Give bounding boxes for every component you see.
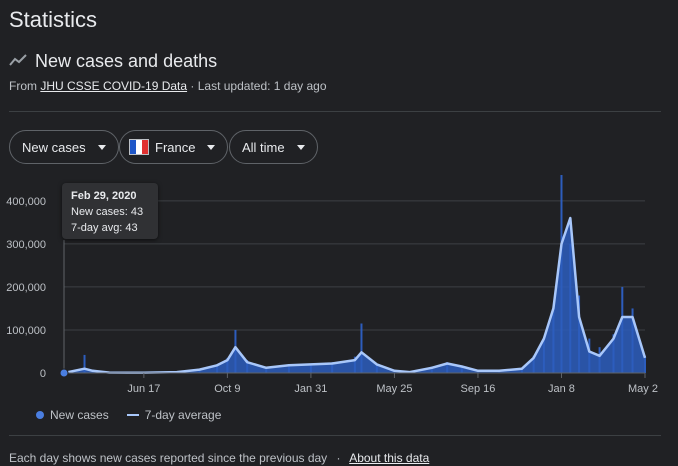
y-tick-label: 300,000	[6, 239, 46, 251]
about-data-link[interactable]: About this data	[349, 451, 429, 465]
x-tick-label: May 25	[376, 383, 412, 395]
footer: Each day shows new cases reported since …	[9, 451, 429, 465]
footer-separator: ·	[336, 451, 341, 465]
y-tick-label: 200,000	[6, 282, 46, 294]
x-tick-label: Jun 17	[127, 383, 160, 395]
location-dropdown[interactable]: France	[119, 130, 229, 164]
avg-area	[64, 218, 645, 373]
legend-line-label: 7-day average	[144, 408, 222, 422]
location-label: France	[155, 139, 196, 155]
y-tick-label: 400,000	[6, 196, 46, 208]
y-tick-label: 100,000	[6, 325, 46, 337]
chart-legend: New cases 7-day average	[36, 408, 221, 422]
x-tick-label: Oct 9	[214, 383, 240, 395]
source-prefix: From	[9, 79, 37, 93]
legend-line-swatch	[126, 414, 139, 416]
source-line: From JHU CSSE COVID-19 Data · Last updat…	[9, 79, 327, 93]
france-flag-icon	[129, 139, 149, 155]
divider	[9, 435, 661, 436]
x-tick-label: Sep 16	[461, 383, 496, 395]
legend-bars-label: New cases	[50, 408, 109, 422]
chevron-down-icon	[296, 144, 305, 150]
trending-line-icon	[9, 53, 27, 71]
section-title: New cases and deaths	[35, 51, 218, 71]
metric-label: New cases	[22, 139, 86, 155]
last-updated: · Last updated: 1 day ago	[190, 79, 327, 93]
tooltip-date: Feb 29, 2020	[71, 190, 137, 202]
range-dropdown[interactable]: All time	[229, 130, 318, 164]
chart-tooltip: Feb 29, 2020 New cases: 43 7-day avg: 43	[62, 183, 158, 239]
section-header: New cases and deaths	[9, 51, 217, 72]
tooltip-avg: 7-day avg: 43	[71, 222, 138, 234]
range-label: All time	[242, 139, 285, 155]
metric-dropdown[interactable]: New cases	[9, 130, 119, 164]
legend-bar-swatch	[36, 411, 44, 419]
chevron-down-icon	[207, 144, 216, 150]
y-tick-label: 0	[40, 368, 46, 380]
divider	[9, 111, 661, 112]
x-tick-label: Jan 8	[548, 383, 575, 395]
page-title: Statistics	[9, 7, 98, 32]
footer-note: Each day shows new cases reported since …	[9, 451, 328, 465]
x-tick-label: Jan 31	[294, 383, 327, 395]
chevron-down-icon	[97, 144, 106, 150]
source-link[interactable]: JHU CSSE COVID-19 Data	[40, 79, 187, 93]
hover-point	[59, 368, 69, 378]
tooltip-new-cases: New cases: 43	[71, 206, 144, 218]
x-tick-label: May 2	[628, 383, 658, 395]
